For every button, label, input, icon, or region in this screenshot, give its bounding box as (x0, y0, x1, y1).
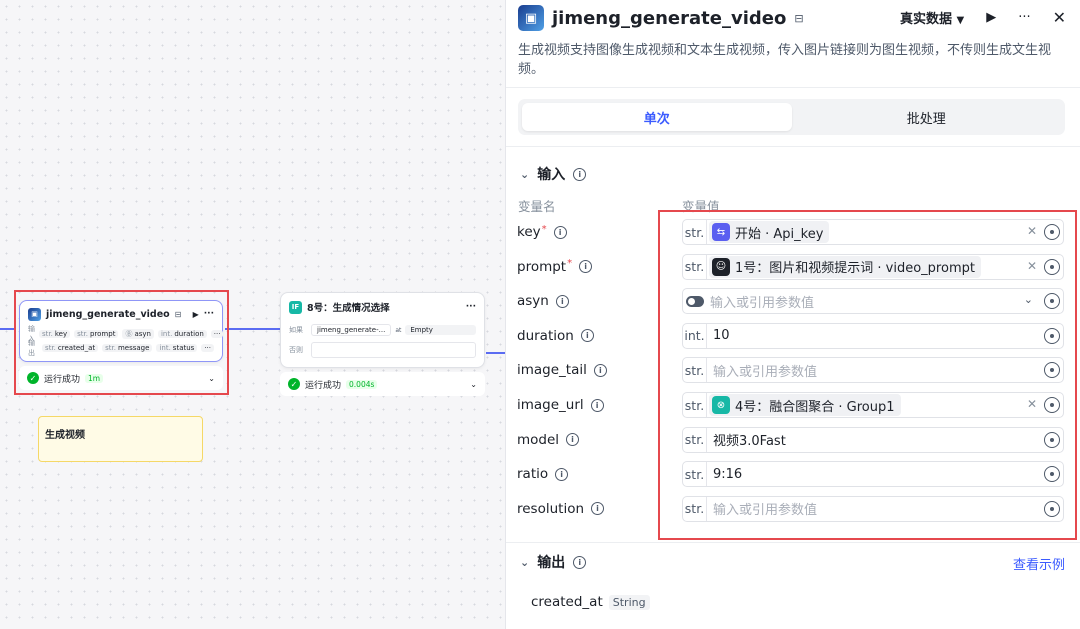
tab-batch[interactable]: 批处理 (792, 103, 1062, 131)
status-text: 运行成功 (305, 380, 342, 391)
if-label: 如果 (289, 326, 303, 334)
info-icon[interactable]: i (590, 398, 604, 412)
chevron-down-icon[interactable]: ⌄ (470, 380, 477, 389)
highlight-box (14, 290, 229, 395)
output-section-header[interactable]: ⌄ 输出 i (520, 552, 587, 572)
lock-icon: ⊟ (794, 11, 804, 25)
param-name: model i (517, 431, 580, 448)
param-label: prompt (517, 258, 567, 275)
param-label: asyn (517, 293, 549, 310)
node-detail-panel: ▣ jimeng_generate_video ⊟ 真实数据 ▼ ▶ ··· ✕… (505, 0, 1080, 629)
param-label: duration (517, 327, 574, 344)
param-name: resolution i (517, 500, 605, 517)
highlight-box (658, 210, 1077, 540)
tab-single[interactable]: 单次 (522, 103, 792, 131)
param-name: key * i (517, 224, 567, 240)
panel-title: jimeng_generate_video (552, 7, 787, 29)
col-name-header: 变量名 (518, 199, 556, 214)
divider (506, 542, 1080, 543)
more-icon[interactable]: ··· (466, 302, 476, 312)
node-condition[interactable]: IF 8号：生成情况选择 ··· 如果 jimeng_generate-... … (280, 292, 485, 368)
cond-left: jimeng_generate-... (311, 324, 392, 336)
if-row: 如果 jimeng_generate-... at Empty (281, 321, 484, 339)
info-icon[interactable]: i (573, 167, 587, 181)
caret-down-icon: ▼ (956, 15, 965, 26)
section-title: 输入 (537, 167, 566, 183)
if-icon: IF (289, 300, 302, 314)
panel-description: 生成视频支持图像生成视频和文本生成视频，传入图片链接则为图生视频，不传则生成文生… (518, 43, 1052, 77)
output-name: created_at (531, 594, 603, 610)
info-icon[interactable]: i (579, 260, 593, 274)
else-row: 否则 (281, 339, 484, 361)
param-name: duration i (517, 328, 594, 344)
info-icon[interactable]: i (553, 225, 567, 239)
info-icon[interactable]: i (593, 363, 607, 377)
status-time: 0.004s (346, 379, 378, 389)
param-label: resolution (517, 500, 585, 517)
else-label: 否则 (289, 346, 303, 354)
run-icon[interactable]: ▶ (986, 10, 996, 25)
close-icon[interactable]: ✕ (1053, 8, 1066, 27)
chevron-down-icon[interactable]: ⌄ (520, 556, 529, 569)
else-slot (311, 342, 476, 358)
node-header: IF 8号：生成情况选择 ··· (281, 293, 484, 321)
mode-tabs: 单次 批处理 (518, 99, 1065, 135)
more-icon[interactable]: ··· (1018, 10, 1030, 25)
info-icon[interactable]: i (566, 433, 580, 447)
param-label: image_url (517, 397, 584, 413)
info-icon[interactable]: i (555, 294, 569, 308)
input-section-header[interactable]: ⌄ 输入 i (520, 164, 587, 184)
node2-status[interactable]: ✓ 运行成功 0.004s ⌄ (280, 372, 485, 396)
edge-node1-node2 (225, 328, 280, 330)
param-name: prompt * i (517, 258, 593, 275)
edge-node2-out (486, 352, 505, 354)
view-example-link[interactable]: 查看示例 (1013, 554, 1065, 573)
param-label: model (517, 431, 560, 448)
param-name: image_tail i (517, 362, 607, 378)
required-mark: * (541, 223, 547, 235)
chevron-down-icon[interactable]: ⌄ (520, 168, 529, 181)
output-type: String (608, 594, 650, 610)
plugin-icon: ▣ (518, 5, 544, 31)
param-label: image_tail (517, 362, 587, 379)
info-icon[interactable]: i (555, 467, 569, 481)
workflow-canvas[interactable]: ▣ jimeng_generate_video ⊟ ▶ ··· 输入 str. k… (0, 0, 505, 629)
param-label: ratio (517, 466, 549, 483)
divider (506, 87, 1080, 88)
section-title: 输出 (537, 555, 566, 571)
param-name: ratio i (517, 466, 569, 483)
cond-op: at (395, 326, 402, 334)
note-text: 生成视频 (45, 430, 85, 441)
info-icon[interactable]: i (573, 555, 587, 569)
param-label: key (517, 224, 541, 240)
sticky-note[interactable]: 生成视频 (38, 416, 203, 462)
check-icon: ✓ (288, 378, 300, 390)
panel-actions: 真实数据 ▼ ▶ ··· ✕ (900, 8, 1066, 27)
param-name: asyn i (517, 293, 569, 309)
data-mode-select[interactable]: 真实数据 ▼ (900, 8, 964, 27)
info-icon[interactable]: i (580, 329, 594, 343)
panel-header: ▣ jimeng_generate_video ⊟ (518, 5, 804, 31)
required-mark: * (567, 258, 573, 270)
param-name: image_url i (517, 397, 604, 413)
divider (506, 146, 1080, 147)
cond-right: Empty (405, 325, 476, 335)
output-item: created_at String (531, 594, 650, 610)
info-icon[interactable]: i (591, 502, 605, 516)
node-title: 8号：生成情况选择 (307, 303, 390, 314)
